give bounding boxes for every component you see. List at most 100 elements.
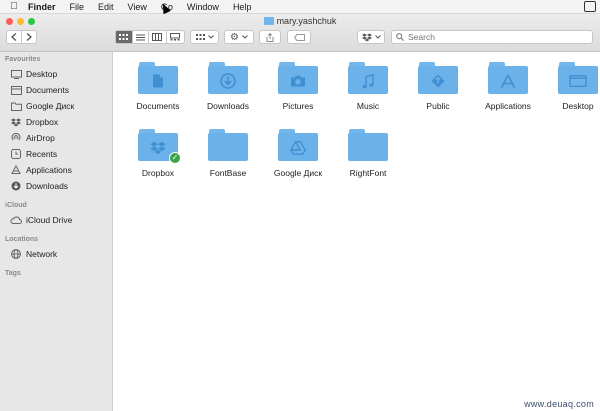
sidebar-item-desktop[interactable]: Desktop [0, 66, 112, 82]
sidebar-item-network[interactable]: Network [0, 246, 112, 262]
sidebar-item-google-drive[interactable]: Google Диск [0, 98, 112, 114]
chevron-down-icon [374, 35, 381, 39]
folder-label: Desktop [562, 101, 594, 111]
share-icon [266, 32, 274, 42]
share-button[interactable] [259, 30, 281, 44]
folder-downloads-icon [208, 62, 248, 94]
menu-finder[interactable]: Finder [28, 2, 56, 12]
sidebar-item-applications[interactable]: Applications [0, 162, 112, 178]
menu-bar:  Finder File Edit View Go Window Help [0, 0, 600, 14]
menu-view[interactable]: View [128, 2, 147, 12]
window-title-text: mary.yashchuk [276, 16, 337, 26]
sidebar-item-downloads[interactable]: Downloads [0, 178, 112, 194]
menu-help[interactable]: Help [233, 2, 252, 12]
menu-window[interactable]: Window [187, 2, 219, 12]
icon-view-button[interactable] [116, 31, 133, 43]
airdrop-icon [10, 133, 22, 143]
folder-applications-icon [488, 62, 528, 94]
sidebar-section-icloud: iCloud [5, 202, 27, 209]
sidebar-item-label: Documents [26, 85, 69, 95]
sidebar-item-icloud-drive[interactable]: iCloud Drive [0, 212, 112, 228]
folder-item-public[interactable]: Public [403, 60, 473, 111]
sidebar-item-label: iCloud Drive [26, 215, 73, 225]
menubar-status-icon[interactable] [584, 1, 596, 12]
search-input[interactable] [408, 32, 578, 42]
chevron-right-icon [26, 33, 32, 41]
folder-dropbox-icon: ✓ [138, 129, 181, 164]
group-grid-icon [195, 33, 205, 40]
gallery-view-icon [170, 33, 181, 41]
sidebar-item-label: AirDrop [26, 133, 55, 143]
dropbox-icon [361, 33, 372, 41]
sidebar-item-label: Downloads [26, 181, 69, 191]
sidebar-item-recents[interactable]: Recents [0, 146, 112, 162]
folder-label: Dropbox [141, 168, 175, 178]
folder-item-applications[interactable]: Applications [473, 60, 543, 111]
column-view-icon [152, 33, 163, 41]
view-mode-segmented-control [115, 30, 185, 44]
sync-check-icon: ✓ [169, 152, 181, 164]
applications-icon [10, 165, 22, 175]
search-icon [396, 33, 404, 41]
tag-icon [293, 33, 305, 41]
group-by-button[interactable] [190, 30, 219, 44]
folder-pictures-icon [278, 62, 318, 94]
folder-item-music[interactable]: Music [333, 60, 403, 111]
sidebar-item-label: Applications [26, 165, 72, 175]
list-view-button[interactable] [133, 31, 150, 43]
gallery-view-button[interactable] [167, 31, 184, 43]
folder-rightfont-icon [348, 129, 388, 161]
download-icon [10, 181, 22, 191]
folder-grid: Documents Downloads Pictures Music Publi… [123, 60, 600, 178]
menu-edit[interactable]: Edit [98, 2, 114, 12]
folder-item-desktop[interactable]: Desktop [543, 60, 600, 111]
sidebar-item-label: Google Диск [26, 101, 75, 111]
window-title: mary.yashchuk [0, 16, 600, 26]
folder-item-pictures[interactable]: Pictures [263, 60, 333, 111]
folder-label: Documents [136, 101, 180, 111]
tag-button[interactable] [287, 30, 311, 44]
column-view-button[interactable] [149, 31, 167, 43]
watermark-text: www.deuaq.com [524, 399, 594, 409]
folder-icon [10, 101, 22, 111]
dropbox-icon [10, 117, 22, 127]
file-browser-content: Documents Downloads Pictures Music Publi… [113, 52, 600, 411]
folder-label: Pictures [282, 101, 314, 111]
folder-documents-icon [138, 62, 178, 94]
forward-button[interactable] [22, 31, 36, 43]
folder-item-google-drive[interactable]: Google Диск [263, 127, 333, 178]
back-button[interactable] [7, 31, 22, 43]
menu-file[interactable]: File [70, 2, 85, 12]
folder-label: Public [426, 101, 450, 111]
sidebar-item-airdrop[interactable]: AirDrop [0, 130, 112, 146]
folder-item-dropbox[interactable]: ✓ Dropbox [123, 127, 193, 178]
folder-item-downloads[interactable]: Downloads [193, 60, 263, 111]
sidebar-item-label: Recents [26, 149, 58, 159]
folder-google-drive-icon [278, 129, 318, 161]
search-field[interactable] [391, 30, 593, 44]
cloud-icon [10, 215, 22, 225]
chevron-down-icon [207, 35, 214, 39]
apple-menu-icon[interactable]:  [0, 1, 28, 12]
folder-item-fontbase[interactable]: FontBase [193, 127, 263, 178]
sidebar-item-label: Desktop [26, 69, 58, 79]
action-menu-button[interactable]: ⚙ [224, 30, 254, 44]
icon-view-icon [119, 33, 129, 40]
folder-public-icon [418, 62, 458, 94]
sidebar-item-documents[interactable]: Documents [0, 82, 112, 98]
window-titlebar: mary.yashchuk ⚙ [0, 14, 600, 52]
dropbox-toolbar-button[interactable] [357, 30, 385, 44]
folder-item-rightfont[interactable]: RightFont [333, 127, 403, 178]
folder-label: Google Диск [273, 168, 323, 178]
folder-item-documents[interactable]: Documents [123, 60, 193, 111]
sidebar-item-label: Dropbox [26, 117, 59, 127]
sidebar: Favourites Desktop Documents Google Диск… [0, 52, 113, 411]
clock-icon [10, 149, 22, 159]
chevron-left-icon [10, 33, 17, 41]
sidebar-section-tags: Tags [5, 270, 21, 277]
folder-music-icon [348, 62, 388, 94]
sidebar-section-favourites: Favourites [5, 56, 41, 63]
sidebar-item-dropbox[interactable]: Dropbox [0, 114, 112, 130]
sidebar-item-label: Network [26, 249, 58, 259]
folder-desktop-icon [558, 62, 598, 94]
